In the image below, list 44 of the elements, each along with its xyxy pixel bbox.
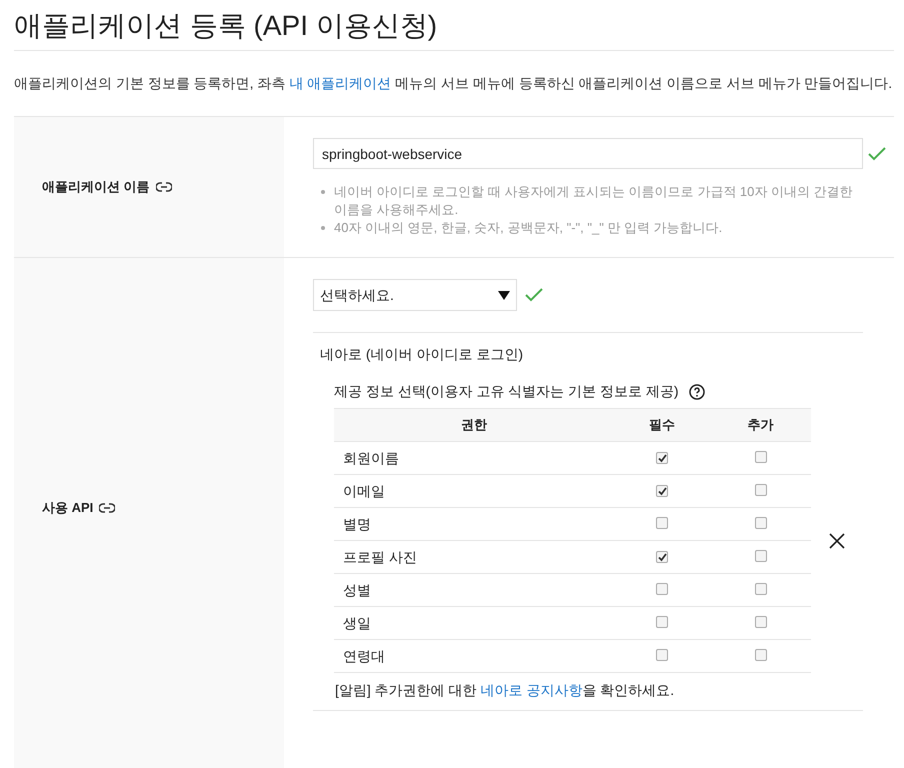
bullet-icon (321, 190, 325, 194)
table-cell: 생일 (334, 606, 614, 640)
table-cell: 프로필 사진 (334, 540, 614, 574)
checkbox[interactable] (754, 616, 766, 628)
checkbox[interactable] (754, 484, 766, 496)
subheading: 제공 정보 선택(이용자 고유 식별자는 기본 정보로 제공) (334, 382, 679, 401)
checkbox[interactable] (656, 551, 668, 563)
field-label: 사용 API (42, 499, 94, 518)
link-icon (156, 182, 172, 192)
checkbox[interactable] (656, 582, 668, 594)
checkbox[interactable] (656, 485, 668, 497)
page-title: 애플리케이션 등록 (API 이용신청) (14, 6, 894, 51)
table-cell: 회원이름 (334, 442, 614, 474)
table-cell: 연령대 (334, 640, 614, 672)
help-icon[interactable] (688, 384, 705, 400)
hint-text: 40자 이내의 영문, 한글, 숫자, 공백문자, "-", "_" 만 입력 가능합니다. (334, 219, 722, 237)
link[interactable]: 내 애플리케이션 (289, 75, 392, 91)
checkbox[interactable] (656, 616, 668, 628)
input-field[interactable]: springboot-webservice (313, 138, 863, 169)
table-cell: 별명 (334, 508, 614, 540)
checkbox[interactable] (656, 516, 668, 528)
checkbox[interactable] (656, 452, 668, 464)
select-dropdown[interactable]: 선택하세요. (313, 279, 517, 311)
caret-icon (498, 290, 510, 300)
link[interactable]: 네아로 공지사항 (480, 682, 582, 698)
checkbox[interactable] (754, 550, 766, 562)
bullet-icon (321, 226, 325, 230)
table-cell: 성별 (334, 574, 614, 606)
checkbox[interactable] (754, 516, 766, 528)
field-label: 애플리케이션 이름 (42, 178, 150, 196)
checkbox[interactable] (656, 648, 668, 660)
hint-text: 네이버 아이디로 로그인할 때 사용자에게 표시되는 이름이므로 가급적 10자 이내의 간결한 이름을 사용해주세요. (334, 183, 854, 219)
link-icon (99, 503, 116, 513)
table-cell: 이메일 (334, 474, 614, 508)
section-title: 네아로 (네이버 아이디로 로그인) (319, 345, 524, 364)
checkbox[interactable] (754, 450, 766, 462)
column-header: 권한 (334, 408, 614, 442)
checkbox[interactable] (754, 582, 766, 594)
column-header: 추가 (710, 408, 811, 442)
notice: [알림] 추가권한에 대한 네아로 공지사항을 확인하세요. (334, 681, 676, 700)
checkbox[interactable] (754, 648, 766, 660)
description: 애플리케이션의 기본 정보를 등록하면, 좌측 내 애플리케이션 메뉴의 서브 메뉴에 등록하신 애플리케이션 이름으로 서브 메뉴가 만들어집니다. (14, 74, 894, 93)
close-icon[interactable] (829, 533, 845, 549)
column-header: 필수 (614, 408, 710, 442)
